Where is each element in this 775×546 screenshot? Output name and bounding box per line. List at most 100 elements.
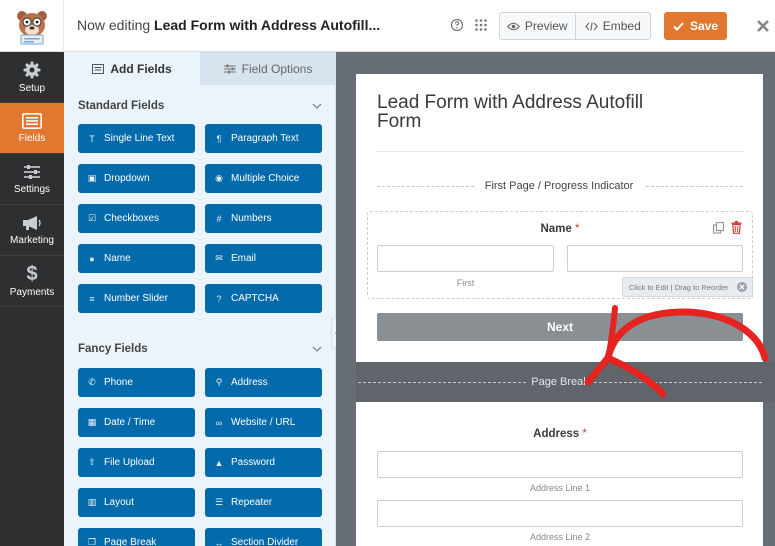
field-button-label: Paragraph Text bbox=[231, 133, 299, 144]
sidebar-item-payments[interactable]: $ Payments bbox=[0, 256, 64, 307]
preview-button[interactable]: Preview bbox=[500, 13, 575, 39]
field-button-label: Section Divider bbox=[231, 537, 299, 546]
repeater-icon: ☰ bbox=[214, 497, 224, 507]
code-icon bbox=[584, 21, 598, 31]
user-icon: ● bbox=[89, 253, 95, 264]
field-button-repeater[interactable]: ☰ Repeater bbox=[205, 488, 322, 517]
annotation-arrow bbox=[584, 305, 769, 398]
first-sublabel: First bbox=[456, 278, 475, 288]
list-icon bbox=[92, 63, 105, 74]
form-builder-app: Now editing Lead Form with Address Autof… bbox=[0, 0, 775, 546]
page-break-dash-left bbox=[358, 382, 526, 383]
save-label: Save bbox=[689, 19, 719, 33]
embed-label: Embed bbox=[602, 19, 641, 33]
required-mark: * bbox=[575, 223, 580, 235]
field-button-label: Checkboxes bbox=[104, 213, 160, 224]
address-line2-sublabel: Address Line 2 bbox=[529, 532, 591, 542]
field-button-address[interactable]: ⚲ Address bbox=[205, 368, 322, 397]
first-name-input[interactable] bbox=[377, 245, 554, 272]
field-button-checkboxes[interactable]: ☑ Checkboxes bbox=[78, 204, 195, 233]
field-button-email[interactable]: ✉ Email bbox=[205, 244, 322, 273]
field-button-password[interactable]: ▲ Password bbox=[205, 448, 322, 477]
field-button-number-slider[interactable]: ≡ Number Slider bbox=[78, 284, 195, 313]
tab-add-fields[interactable]: Add Fields bbox=[64, 52, 200, 85]
sidebar-item-settings[interactable]: Settings bbox=[0, 154, 64, 205]
title-divider bbox=[377, 151, 743, 152]
trash-icon[interactable] bbox=[731, 221, 742, 234]
tab-field-options-label: Field Options bbox=[241, 61, 313, 76]
field-button-label: Page Break bbox=[104, 537, 157, 546]
form-title: Lead Form with Address Autofill Form bbox=[377, 92, 644, 132]
field-button-numbers[interactable]: # Numbers bbox=[205, 204, 322, 233]
field-button-label: Dropdown bbox=[104, 173, 150, 184]
preview-label: Preview bbox=[524, 19, 568, 33]
last-name-input[interactable] bbox=[567, 245, 743, 272]
field-button-label: Email bbox=[231, 253, 257, 264]
field-button-label: Date / Time bbox=[104, 417, 156, 428]
embed-button[interactable]: Embed bbox=[574, 13, 651, 39]
sidebar-item-marketing[interactable]: Marketing bbox=[0, 205, 64, 256]
editing-prefix: Now editing bbox=[77, 17, 155, 33]
paragraph-icon: ¶ bbox=[216, 133, 222, 144]
sidebar-item-fields[interactable]: Fields bbox=[0, 103, 64, 154]
name-label-text: Name bbox=[540, 223, 572, 235]
slider-icon: ≡ bbox=[89, 293, 95, 304]
tab-field-options[interactable]: Field Options bbox=[200, 52, 336, 85]
sidebar-item-setup[interactable]: Setup bbox=[0, 52, 64, 103]
field-button-page-break[interactable]: ❐ Page Break bbox=[78, 528, 195, 546]
sliders-icon bbox=[223, 64, 236, 73]
arrows-icon: ↔ bbox=[214, 537, 224, 546]
fields-panel: Add Fields Field Options Standard Fields… bbox=[64, 52, 336, 546]
field-button-name[interactable]: ● Name bbox=[78, 244, 195, 273]
chevron-down-icon bbox=[312, 346, 322, 352]
progress-dash-right bbox=[646, 186, 743, 187]
close-builder-button[interactable] bbox=[752, 14, 774, 38]
field-button-website-url[interactable]: ∞ Website / URL bbox=[205, 408, 322, 437]
field-button-phone[interactable]: ✆ Phone bbox=[78, 368, 195, 397]
upload-icon: ⇪ bbox=[88, 457, 96, 467]
close-circle-icon[interactable] bbox=[736, 281, 748, 293]
fancy-fields-header[interactable]: Fancy Fields bbox=[78, 341, 322, 357]
field-button-layout[interactable]: ▥ Layout bbox=[78, 488, 195, 517]
field-button-label: File Upload bbox=[104, 457, 155, 468]
field-button-label: Website / URL bbox=[231, 417, 296, 428]
field-button-section-divider[interactable]: ↔ Section Divider bbox=[205, 528, 322, 546]
field-button-label: CAPTCHA bbox=[231, 293, 279, 304]
editing-form-name: Lead Form with Address Autofill... bbox=[154, 17, 381, 33]
bear-mascot-icon bbox=[16, 11, 47, 45]
field-button-paragraph-text[interactable]: ¶ Paragraph Text bbox=[205, 124, 322, 153]
progress-dash-left bbox=[377, 186, 474, 187]
edit-tooltip-text: Click to Edit | Drag to Reorder bbox=[629, 282, 729, 292]
grid-icon[interactable] bbox=[474, 18, 488, 32]
field-button-dropdown[interactable]: ▣ Dropdown bbox=[78, 164, 195, 193]
field-button-label: Single Line Text bbox=[104, 133, 175, 144]
wpforms-logo bbox=[0, 0, 64, 52]
phone-icon: ✆ bbox=[88, 377, 96, 387]
envelope-icon: ✉ bbox=[215, 253, 223, 263]
name-field-label: Name * bbox=[500, 223, 620, 235]
field-button-label: Layout bbox=[104, 497, 135, 508]
standard-fields-title: Standard Fields bbox=[78, 100, 165, 112]
checkbox-icon: ☑ bbox=[87, 213, 97, 223]
duplicate-icon[interactable] bbox=[713, 222, 724, 234]
help-icon[interactable] bbox=[450, 18, 464, 32]
field-button-date-time[interactable]: ▦ Date / Time bbox=[78, 408, 195, 437]
field-button-single-line-text[interactable]: T Single Line Text bbox=[78, 124, 195, 153]
field-button-label: Repeater bbox=[231, 497, 273, 508]
radio-icon: ◉ bbox=[215, 173, 223, 183]
address-field-label: Address * bbox=[480, 428, 640, 440]
field-button-multiple-choice[interactable]: ◉ Multiple Choice bbox=[205, 164, 322, 193]
address-line1-sublabel: Address Line 1 bbox=[529, 483, 591, 493]
required-mark: * bbox=[582, 428, 587, 440]
field-button-captcha[interactable]: ? CAPTCHA bbox=[205, 284, 322, 313]
sidebar-label-payments: Payments bbox=[9, 286, 55, 298]
save-button[interactable]: Save bbox=[664, 12, 727, 40]
field-button-file-upload[interactable]: ⇪ File Upload bbox=[78, 448, 195, 477]
address-line1-input[interactable] bbox=[377, 451, 743, 478]
calendar-icon: ▦ bbox=[87, 417, 97, 427]
address-line2-input[interactable] bbox=[377, 500, 743, 527]
standard-fields-header[interactable]: Standard Fields bbox=[78, 98, 322, 114]
field-button-label: Phone bbox=[104, 377, 133, 388]
map-pin-icon: ⚲ bbox=[215, 377, 223, 387]
megaphone-icon bbox=[23, 215, 41, 230]
